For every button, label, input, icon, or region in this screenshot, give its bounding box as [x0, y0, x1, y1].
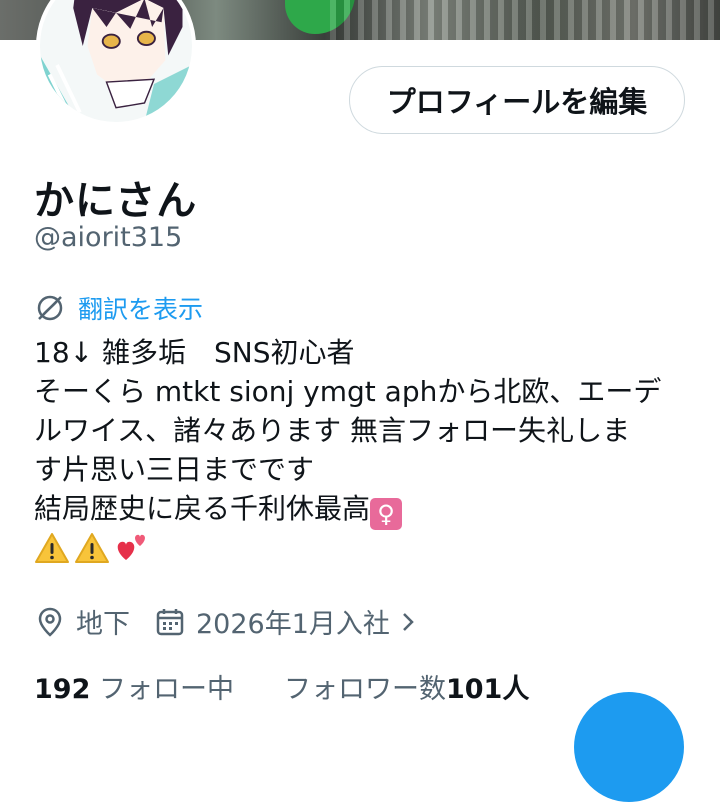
banner-railing: [330, 0, 720, 40]
bio-line: そーくら mtkt sionj ymgt aphから北欧、エーデ: [34, 375, 662, 408]
female-sign-emoji: ♀: [370, 498, 403, 530]
followers-count: 101人: [445, 674, 530, 705]
warning-emoji-icon: [74, 532, 110, 564]
location-item: 地下: [34, 602, 130, 641]
joined-text: 2026年1月入社: [196, 609, 390, 640]
bio-emoji-line: [34, 530, 674, 569]
followers-label: フォロワー数: [283, 674, 446, 705]
edit-profile-button[interactable]: プロフィールを編集: [349, 66, 685, 134]
chevron-right-icon: [396, 610, 420, 634]
bio-line: ルワイス、諸々あります 無言フォロー失礼しま: [34, 414, 631, 447]
following-label: フォロー中: [98, 674, 234, 705]
joined-item[interactable]: 2026年1月入社: [154, 602, 420, 641]
calendar-icon: [154, 606, 186, 638]
bio-line: す片思い三日までです: [34, 453, 315, 486]
followers-link[interactable]: フォロワー数101人: [284, 667, 529, 706]
location-pin-icon: [34, 606, 66, 638]
profile-bio: 18↓ 雑多垢 SNS初心者 そーくら mtkt sionj ymgt aphか…: [34, 333, 674, 569]
avatar[interactable]: [36, 0, 196, 126]
compose-fab-button[interactable]: [574, 692, 684, 802]
translate-icon: [34, 292, 66, 324]
bio-line: 18↓ 雑多垢 SNS初心者: [34, 336, 355, 369]
bio-line: 結局歴史に戻る千利休最高 ♀: [34, 489, 674, 530]
translate-bio-link[interactable]: 翻訳を表示: [34, 290, 203, 326]
warning-emoji-icon: [34, 532, 70, 564]
two-hearts-emoji-icon: [114, 530, 150, 564]
user-handle: @aiorit315: [34, 222, 183, 253]
profile-meta: 地下 2026年1月入社: [34, 602, 444, 641]
bio-line-text: 結局歴史に戻る千利休最高: [34, 492, 371, 525]
location-text: 地下: [76, 609, 130, 640]
translate-label: 翻訳を表示: [78, 295, 204, 324]
follow-stats: 192 フォロー中 フォロワー数101人: [34, 667, 529, 706]
avatar-illustration: [40, 0, 192, 122]
display-name: かにさん: [34, 178, 198, 224]
following-count: 192: [34, 674, 91, 705]
following-link[interactable]: 192 フォロー中: [34, 667, 234, 706]
